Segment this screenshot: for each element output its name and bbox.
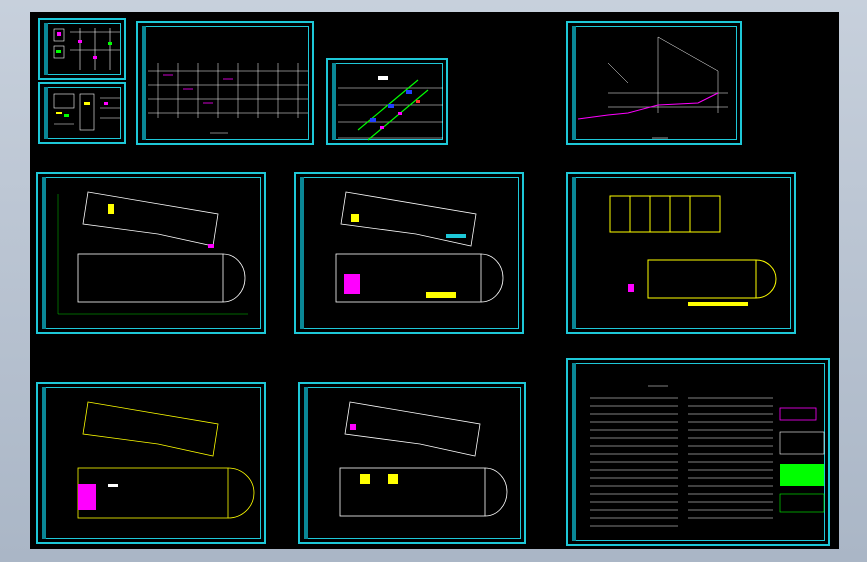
- sheet-plan-roof[interactable]: [566, 172, 796, 334]
- riser-drawing: [148, 63, 308, 134]
- sheet-pipe-system[interactable]: [566, 21, 742, 145]
- pipe-system-drawing: [577, 36, 728, 139]
- sheet-plan-floor-3[interactable]: [36, 382, 266, 544]
- plan-floor-4-drawing: [339, 401, 508, 517]
- isometric-drawing: [338, 76, 443, 141]
- sheet-plan-floor-2[interactable]: [294, 172, 524, 334]
- detail-b-drawing: [53, 93, 120, 131]
- cad-model-space[interactable]: [30, 12, 839, 549]
- plan-ground-drawing: [57, 191, 248, 315]
- sheet-plan-ground[interactable]: [36, 172, 266, 334]
- plan-floor-2-drawing: [335, 191, 504, 303]
- sheet-detail-b[interactable]: [38, 82, 126, 144]
- sheet-isometric-diagram[interactable]: [326, 58, 448, 145]
- sheet-detail-a[interactable]: [38, 18, 126, 80]
- sheet-plan-floor-4[interactable]: [298, 382, 526, 544]
- sheet-design-notes[interactable]: [566, 358, 830, 546]
- detail-a-drawing: [53, 28, 120, 70]
- plan-roof-drawing: [609, 195, 777, 306]
- design-notes-drawing: [590, 385, 825, 527]
- plan-floor-3-drawing: [77, 401, 255, 519]
- sheet-riser-diagram[interactable]: [136, 21, 314, 145]
